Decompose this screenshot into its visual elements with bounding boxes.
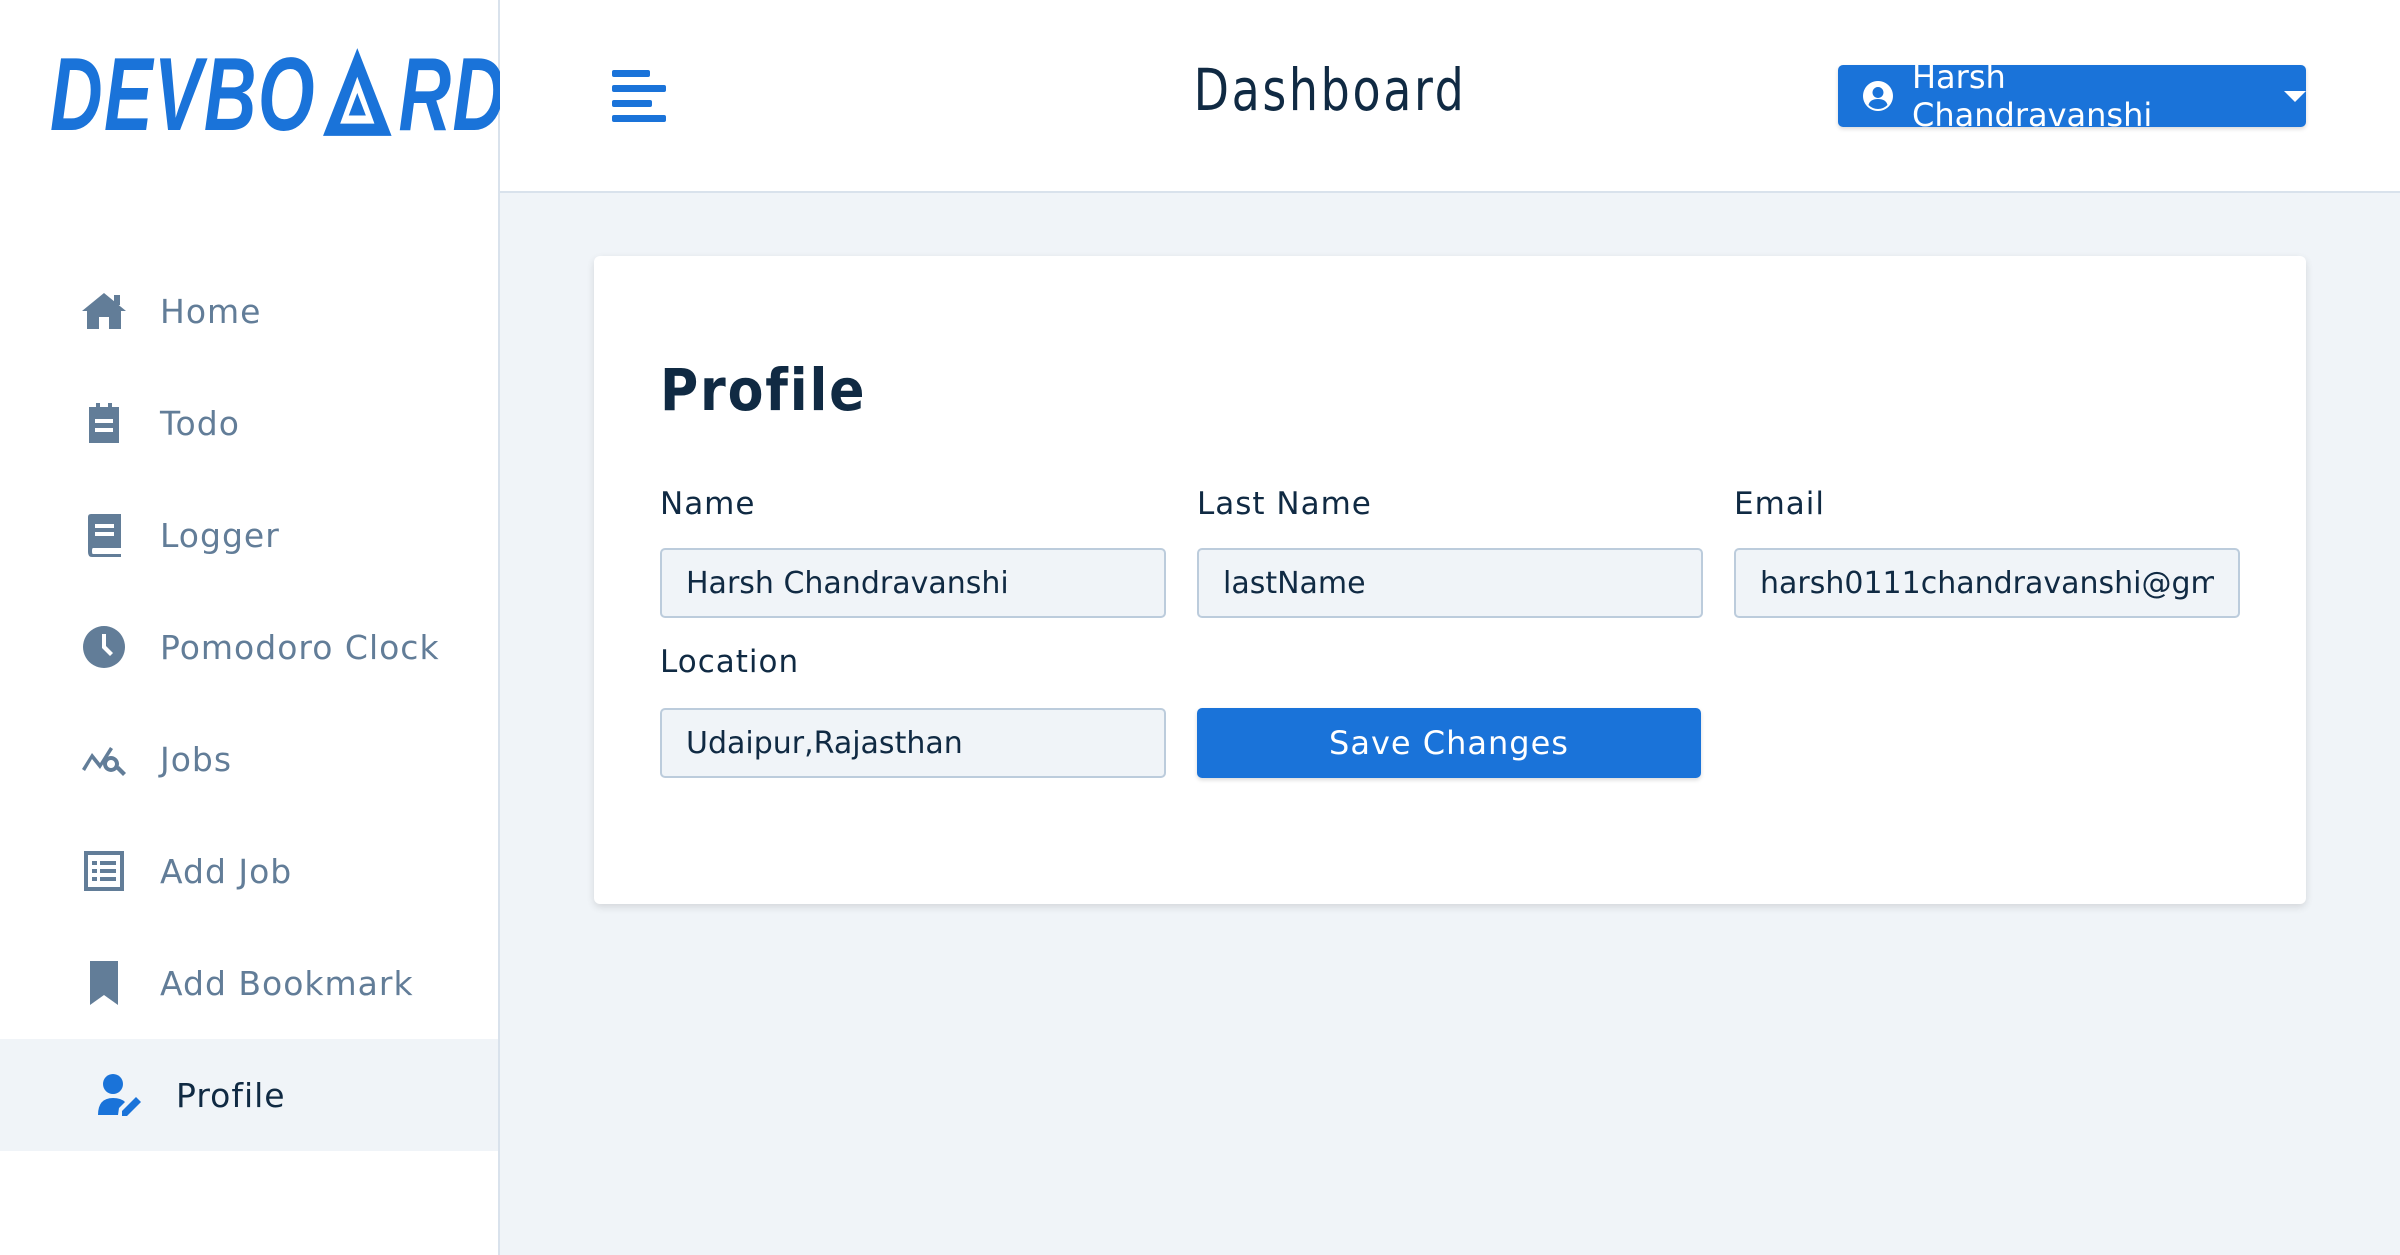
- profile-card: Profile Name Last Name Email Location Sa…: [594, 256, 2306, 904]
- logo-triangle-icon: [322, 48, 392, 136]
- page-title: Dashboard: [1193, 56, 1467, 124]
- sidebar-item-label: Todo: [160, 403, 240, 443]
- sidebar-item-todo[interactable]: Todo: [0, 367, 498, 479]
- sidebar-item-label: Home: [160, 291, 262, 331]
- sidebar-nav: Home Todo Logger Pomodoro Clock Jobs Add…: [0, 255, 498, 1151]
- bookmark-icon: [80, 959, 128, 1007]
- user-menu-button[interactable]: Harsh Chandravanshi: [1838, 58, 2306, 134]
- user-edit-icon: [96, 1071, 144, 1119]
- last-name-label: Last Name: [1197, 486, 1372, 522]
- last-name-input[interactable]: [1197, 548, 1703, 618]
- name-label: Name: [660, 486, 756, 522]
- sidebar-item-jobs[interactable]: Jobs: [0, 703, 498, 815]
- clock-icon: [80, 623, 128, 671]
- sidebar-item-profile[interactable]: Profile: [0, 1039, 498, 1151]
- menu-icon: [612, 70, 650, 77]
- sidebar-item-label: Profile: [176, 1075, 286, 1115]
- logo-text-left: DEVBO: [50, 37, 316, 153]
- caret-down-icon: [2284, 90, 2306, 102]
- save-changes-button[interactable]: Save Changes: [1197, 708, 1701, 778]
- sidebar-item-label: Logger: [160, 515, 280, 555]
- top-navbar: Dashboard Harsh Chandravanshi: [500, 0, 2400, 193]
- sidebar-item-label: Add Bookmark: [160, 963, 414, 1003]
- name-input[interactable]: [660, 548, 1166, 618]
- menu-icon: [612, 100, 652, 107]
- home-icon: [80, 287, 128, 335]
- profile-title: Profile: [660, 356, 867, 424]
- sidebar-item-label: Add Job: [160, 851, 293, 891]
- sidebar-item-label: Pomodoro Clock: [160, 627, 440, 667]
- sidebar-item-add-job[interactable]: Add Job: [0, 815, 498, 927]
- sidebar-item-add-bookmark[interactable]: Add Bookmark: [0, 927, 498, 1039]
- sidebar-item-home[interactable]: Home: [0, 255, 498, 367]
- clipboard-icon: [80, 399, 128, 447]
- email-input[interactable]: [1734, 548, 2240, 618]
- sidebar: DEVBO RD Home Todo Logger Pomodoro Clock…: [0, 0, 505, 1255]
- logo-text-right: RD: [398, 37, 507, 153]
- chart-search-icon: [80, 735, 128, 783]
- user-name: Harsh Chandravanshi: [1911, 58, 2153, 134]
- form-icon: [80, 847, 128, 895]
- sidebar-item-pomodoro-clock[interactable]: Pomodoro Clock: [0, 591, 498, 703]
- sidebar-item-label: Jobs: [160, 739, 233, 779]
- user-circle-icon: [1863, 81, 1893, 111]
- email-label: Email: [1734, 486, 1826, 522]
- location-label: Location: [660, 644, 800, 680]
- sidebar-item-logger[interactable]: Logger: [0, 479, 498, 591]
- book-icon: [80, 511, 128, 559]
- menu-icon: [612, 115, 666, 122]
- menu-toggle-button[interactable]: [612, 70, 666, 122]
- menu-icon: [612, 85, 666, 92]
- location-input[interactable]: [660, 708, 1166, 778]
